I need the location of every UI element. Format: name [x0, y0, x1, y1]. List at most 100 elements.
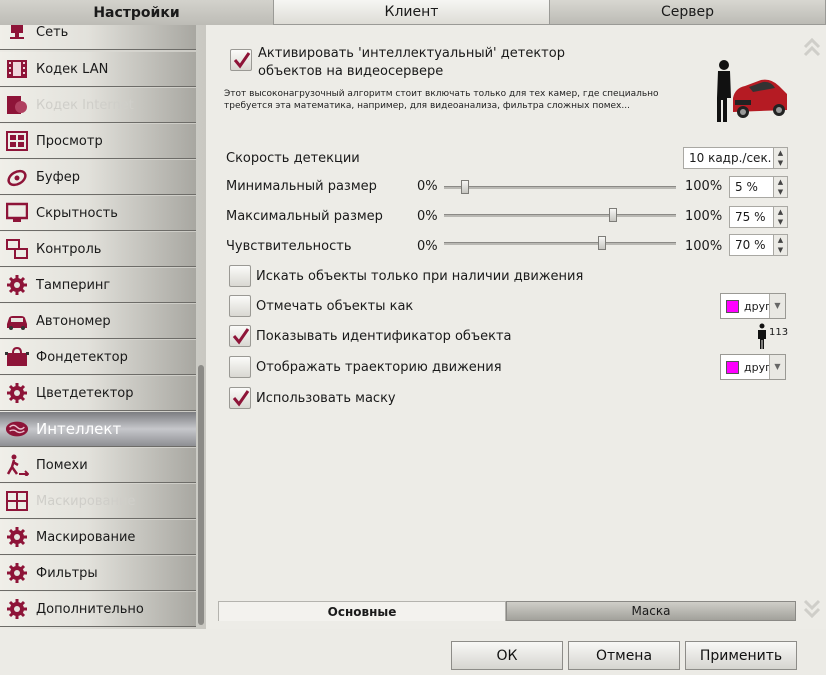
- min-size-slider[interactable]: [444, 186, 676, 189]
- sidebar-item-masking[interactable]: Маскирование: [0, 520, 196, 555]
- motion-only-checkbox[interactable]: [229, 265, 251, 287]
- up-arrow-icon[interactable]: ▲: [774, 177, 787, 187]
- max-size-label: Максимальный размер: [226, 209, 383, 224]
- sidebar-item-masking-region[interactable]: Маскирование: [0, 484, 196, 519]
- speed-value: 10 кадр./сек.: [689, 151, 772, 165]
- spin-arrows[interactable]: ▲ ▼: [773, 148, 787, 168]
- activate-label-line1: Активировать 'интеллектуальный' детектор: [258, 46, 565, 61]
- up-arrow-icon[interactable]: ▲: [774, 148, 787, 158]
- buffer-icon: [5, 165, 29, 189]
- tab-server[interactable]: Сервер: [550, 0, 826, 25]
- description-line1: Этот высоконагрузочный алгоритм стоит вк…: [224, 89, 659, 99]
- use-mask-checkbox[interactable]: [229, 387, 251, 409]
- sidebar-item-filters[interactable]: Фильтры: [0, 556, 196, 591]
- mark-objects-label: Отмечать объекты как: [256, 299, 414, 314]
- sidebar-item-advanced[interactable]: Дополнительно: [0, 592, 196, 627]
- trajectory-checkbox[interactable]: [229, 356, 251, 378]
- gear-icon: [5, 273, 29, 297]
- down-arrow-icon[interactable]: ▼: [774, 217, 787, 227]
- sidebar-item-buffer[interactable]: Буфер: [0, 160, 196, 195]
- sidebar-item-control[interactable]: Контроль: [0, 232, 196, 267]
- chevron-down-icon[interactable]: ▼: [769, 294, 785, 318]
- sidebar-item-label: Фильтры: [36, 565, 98, 581]
- view-icon: [5, 129, 29, 153]
- monitor-icon: [5, 201, 29, 225]
- min-size-slider-thumb[interactable]: [460, 180, 469, 194]
- top-tabs: Настройки Клиент Сервер: [0, 0, 826, 25]
- use-mask-label: Использовать маску: [256, 391, 396, 406]
- bottom-tabs: Основные Маска: [218, 601, 796, 621]
- sidebar-item-bg-detector[interactable]: Фондетектор: [0, 340, 196, 375]
- activate-checkbox[interactable]: [230, 49, 252, 71]
- max-size-slider-thumb[interactable]: [609, 208, 617, 222]
- sensitivity-slider-thumb[interactable]: [598, 236, 607, 250]
- max-size-spinbox[interactable]: 75 % ▲ ▼: [729, 206, 788, 228]
- id-sample: 113: [769, 327, 789, 338]
- mark-objects-checkbox[interactable]: [229, 295, 251, 317]
- tab-basic[interactable]: Основные: [218, 601, 506, 621]
- sensitivity-label: Чувствительность: [226, 239, 352, 254]
- sensitivity-max: 100%: [685, 239, 723, 254]
- sidebar-item-color-detector[interactable]: Цветдетектор: [0, 376, 196, 411]
- spin-arrows[interactable]: ▲ ▼: [773, 207, 787, 227]
- sidebar-item-codec-internet[interactable]: Кодек Internet: [0, 88, 196, 123]
- bag-icon: [5, 345, 29, 369]
- mark-objects-value: друг: [744, 299, 769, 313]
- ok-button[interactable]: ОК: [451, 641, 563, 670]
- walker-icon: [5, 453, 29, 477]
- sensitivity-slider[interactable]: [444, 242, 676, 245]
- show-id-label: Показывать идентификатор объекта: [256, 329, 512, 344]
- spin-arrows[interactable]: ▲ ▼: [773, 177, 787, 197]
- chevron-down-icon[interactable]: ▼: [769, 355, 785, 379]
- max-size-max: 100%: [685, 209, 723, 224]
- sidebar-item-label: Фондетектор: [36, 349, 128, 365]
- gear-icon: [5, 381, 29, 405]
- tab-settings[interactable]: Настройки: [0, 0, 274, 25]
- sidebar-item-tampering[interactable]: Тамперинг: [0, 268, 196, 303]
- cancel-button[interactable]: Отмена: [568, 641, 680, 670]
- sidebar-item-label: Маскирование: [36, 529, 136, 545]
- sidebar-scrollbar[interactable]: [198, 365, 204, 625]
- sidebar-item-noise[interactable]: Помехи: [0, 448, 196, 483]
- min-size-spinbox[interactable]: 5 % ▲ ▼: [729, 176, 788, 198]
- network-icon: [5, 25, 29, 44]
- sidebar-item-stealth[interactable]: Скрытность: [0, 196, 196, 231]
- sidebar-item-autonumber[interactable]: Автономер: [0, 304, 196, 339]
- trajectory-value: друг: [744, 360, 769, 374]
- apply-button[interactable]: Применить: [685, 641, 797, 670]
- gear-icon: [5, 561, 29, 585]
- tab-mask[interactable]: Маска: [506, 601, 796, 621]
- description-line2: требуется эта математика, например, для …: [224, 101, 630, 111]
- scroll-down-icon[interactable]: [803, 595, 821, 619]
- down-arrow-icon[interactable]: ▼: [774, 187, 787, 197]
- sensitivity-spinbox[interactable]: 70 % ▲ ▼: [729, 234, 788, 256]
- sidebar-item-label: Дополнительно: [36, 601, 144, 617]
- show-id-checkbox[interactable]: [229, 325, 251, 347]
- down-arrow-icon[interactable]: ▼: [774, 158, 787, 168]
- tab-client[interactable]: Клиент: [274, 0, 550, 25]
- trajectory-select[interactable]: друг ▼: [720, 354, 786, 380]
- sidebar-item-label: Цветдетектор: [36, 385, 134, 401]
- sidebar-item-network[interactable]: Сеть: [0, 25, 196, 50]
- sidebar-item-intellect[interactable]: Интеллект: [0, 412, 196, 447]
- sidebar-item-label: Интеллект: [36, 420, 122, 438]
- sidebar-item-view[interactable]: Просмотр: [0, 124, 196, 159]
- sensitivity-value: 70 %: [735, 238, 766, 252]
- scroll-up-icon[interactable]: [803, 37, 821, 61]
- min-size-min: 0%: [417, 179, 438, 194]
- main-panel: Активировать 'интеллектуальный' детектор…: [206, 25, 826, 629]
- mark-objects-select[interactable]: друг ▼: [720, 293, 786, 319]
- sidebar: Сеть Кодек LAN Кодек Internet Просмотр Б…: [0, 25, 206, 629]
- spin-arrows[interactable]: ▲ ▼: [773, 235, 787, 255]
- speed-spinbox[interactable]: 10 кадр./сек. ▲ ▼: [683, 147, 788, 169]
- sidebar-item-label: Маскирование: [36, 493, 136, 509]
- sidebar-item-label: Контроль: [36, 241, 102, 257]
- max-size-slider[interactable]: [444, 214, 676, 217]
- up-arrow-icon[interactable]: ▲: [774, 207, 787, 217]
- car-icon: [5, 309, 29, 333]
- control-icon: [5, 237, 29, 261]
- down-arrow-icon[interactable]: ▼: [774, 245, 787, 255]
- sidebar-item-codec-lan[interactable]: Кодек LAN: [0, 52, 196, 87]
- car-person-illustration: [717, 60, 787, 122]
- up-arrow-icon[interactable]: ▲: [774, 235, 787, 245]
